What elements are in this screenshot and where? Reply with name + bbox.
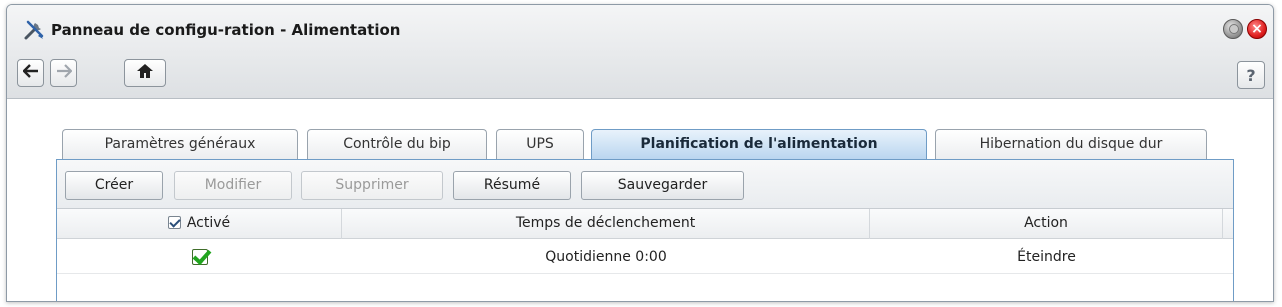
tab-ups[interactable]: UPS [496, 129, 584, 159]
close-button[interactable]: × [1247, 19, 1267, 39]
row-trigger-cell: Quotidienne 0:00 [545, 249, 667, 265]
table-row[interactable]: Quotidienne 0:00 Éteindre [57, 240, 1233, 274]
row-action-cell: Éteindre [1017, 249, 1076, 265]
tab-hdd-hibernation[interactable]: Hibernation du disque dur [935, 129, 1207, 159]
tab-general-settings[interactable]: Paramètres généraux [62, 129, 298, 159]
column-header-enabled[interactable]: Activé [57, 209, 342, 239]
home-icon [136, 63, 154, 83]
select-all-checkbox[interactable] [167, 216, 181, 229]
back-button[interactable] [17, 59, 44, 87]
minimize-icon[interactable] [1223, 19, 1243, 39]
column-label-enabled: Activé [186, 215, 231, 231]
forward-button[interactable] [50, 59, 77, 87]
modify-button[interactable]: Modifier [174, 171, 292, 200]
close-icon: × [1251, 21, 1263, 37]
home-button[interactable] [124, 59, 166, 87]
arrow-right-icon [56, 64, 73, 82]
toolbar: Créer Modifier Supprimer Résumé Sauvegar… [57, 160, 1233, 209]
control-panel-window: Panneau de configu-ration - Alimentation… [6, 4, 1274, 302]
row-enabled-cell [57, 240, 342, 274]
schedule-panel: Créer Modifier Supprimer Résumé Sauvegar… [56, 159, 1234, 301]
summary-button[interactable]: Résumé [453, 171, 571, 200]
table-header: Activé Temps de déclenchement Action [57, 209, 1233, 239]
save-button[interactable]: Sauvegarder [581, 171, 744, 200]
main-content: Paramètres généraux Contrôle du bip UPS … [7, 100, 1273, 301]
arrow-left-icon [21, 64, 39, 82]
create-button[interactable]: Créer [65, 171, 163, 200]
tab-power-schedule[interactable]: Planification de l'alimentation [591, 129, 927, 160]
window-title: Panneau de configu-ration - Alimentation [51, 21, 401, 39]
tools-icon [23, 19, 45, 41]
help-icon: ? [1246, 65, 1256, 85]
delete-button[interactable]: Supprimer [301, 171, 443, 200]
help-button[interactable]: ? [1237, 61, 1265, 89]
tab-beep-control[interactable]: Contrôle du bip [307, 129, 487, 159]
column-header-trigger[interactable]: Temps de déclenchement [342, 209, 870, 239]
enabled-checkbox[interactable] [191, 249, 208, 265]
title-bar: Panneau de configu-ration - Alimentation… [7, 5, 1273, 99]
column-header-action[interactable]: Action [870, 209, 1223, 239]
